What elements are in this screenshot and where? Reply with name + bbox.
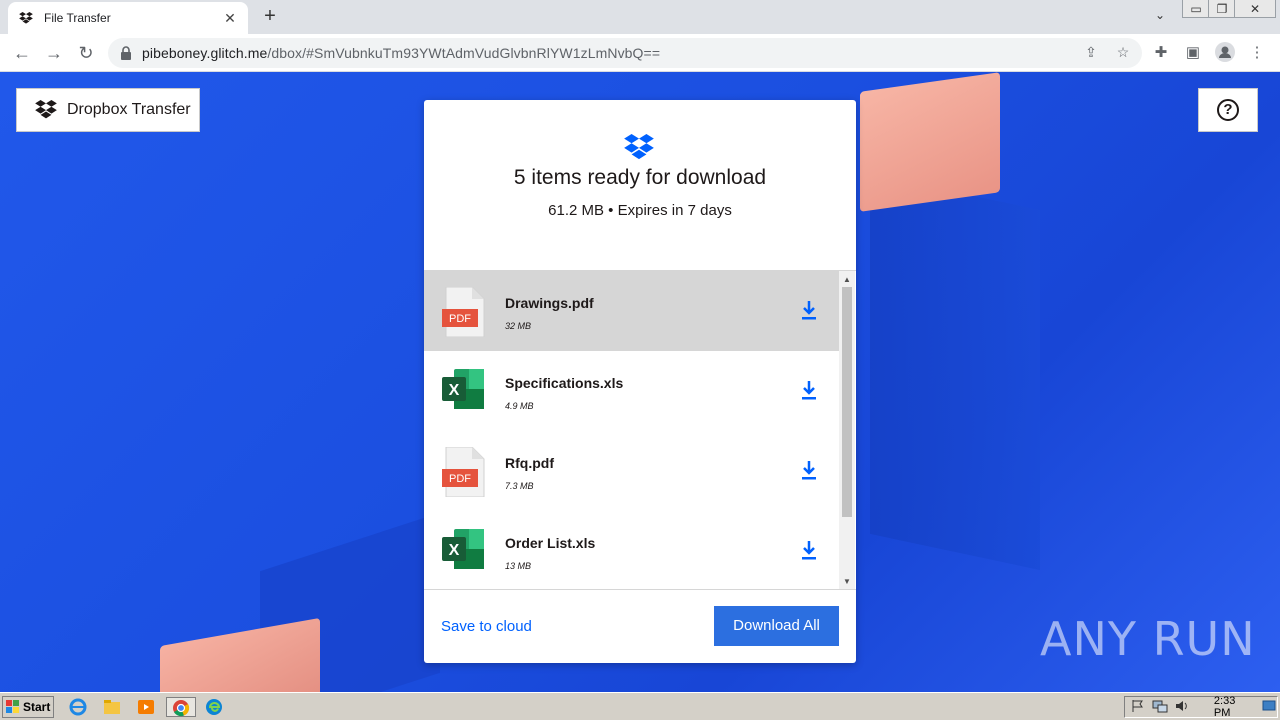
anyrun-watermark: ANY RUN — [1040, 612, 1256, 666]
file-row[interactable]: PDF Drawings.pdf 32 MB — [424, 271, 839, 351]
file-name: Rfq.pdf — [505, 455, 554, 471]
tab-strip: File Transfer ✕ + ⌄ ▭ ❐ ✕ — [0, 0, 1280, 34]
scrollbar-thumb[interactable] — [842, 287, 852, 517]
save-to-cloud-link[interactable]: Save to cloud — [441, 618, 532, 635]
browser-toolbar: ← → ↻ pibeboney.glitch.me/dbox/#SmVubnku… — [0, 34, 1280, 72]
share-icon[interactable]: ⇪ — [1082, 44, 1100, 62]
download-icon[interactable] — [801, 381, 817, 401]
background-pink-cube-2 — [160, 617, 320, 692]
background-pink-cube — [860, 72, 1000, 212]
scroll-down-arrow-icon[interactable]: ▼ — [839, 575, 855, 589]
page-content: Dropbox Transfer ? 5 items ready for dow… — [0, 72, 1280, 692]
file-row[interactable]: PDF Rfq.pdf 7.3 MB — [424, 431, 839, 511]
taskbar: Start 2:33 PM — [0, 692, 1280, 720]
back-arrow-icon[interactable]: ← — [10, 41, 34, 65]
pdf-label: PDF — [449, 313, 471, 325]
windows-flag-icon — [6, 700, 20, 714]
help-button[interactable]: ? — [1198, 88, 1258, 132]
media-player-icon[interactable] — [136, 697, 158, 717]
file-name: Order List.xls — [505, 535, 596, 551]
tab-close-icon[interactable]: ✕ — [222, 10, 238, 27]
show-desktop-icon[interactable] — [1262, 699, 1277, 715]
browser-tab[interactable]: File Transfer ✕ — [8, 2, 248, 34]
svg-text:X: X — [449, 382, 460, 399]
restore-button[interactable]: ❐ — [1208, 0, 1236, 18]
tab-title: File Transfer — [44, 11, 111, 25]
file-list-scrollbar[interactable]: ▲ ▼ — [839, 271, 855, 589]
dropbox-logo-icon — [624, 134, 656, 162]
download-icon[interactable] — [801, 461, 817, 481]
brand-label: Dropbox Transfer — [67, 101, 191, 118]
internet-explorer-icon[interactable] — [68, 697, 90, 717]
background-column-shape — [870, 173, 1040, 571]
volume-icon[interactable] — [1174, 699, 1190, 715]
file-explorer-icon[interactable] — [102, 697, 124, 717]
pdf-file-icon: PDF — [442, 446, 486, 498]
file-size: 32 MB — [505, 321, 532, 331]
file-size: 13 MB — [505, 561, 532, 571]
download-card: 5 items ready for download 61.2 MB • Exp… — [424, 100, 856, 663]
file-name: Specifications.xls — [505, 375, 624, 391]
url-path: /dbox/#SmVubnkuTm93YWtAdmVudGlvbnRlYW1zL… — [267, 45, 661, 61]
pdf-file-icon: PDF — [442, 286, 486, 338]
dropbox-favicon-icon — [18, 10, 34, 26]
dropbox-transfer-button[interactable]: Dropbox Transfer — [16, 88, 200, 132]
new-tab-button[interactable]: + — [258, 5, 282, 29]
reload-icon[interactable]: ↻ — [74, 41, 98, 65]
side-panel-icon[interactable]: ▣ — [1182, 42, 1204, 64]
help-question-icon: ? — [1217, 99, 1239, 121]
excel-file-icon: X — [442, 527, 486, 577]
start-button[interactable]: Start — [2, 696, 54, 718]
excel-file-icon: X — [442, 367, 486, 417]
edge-icon[interactable] — [204, 697, 226, 717]
file-row[interactable]: X Specifications.xls 4.9 MB — [424, 351, 839, 431]
url-host: pibeboney.glitch.me — [142, 45, 268, 61]
download-icon[interactable] — [801, 541, 817, 561]
scroll-up-arrow-icon[interactable]: ▲ — [839, 273, 855, 287]
minimize-button[interactable]: ▭ — [1182, 0, 1210, 18]
file-size: 4.9 MB — [505, 401, 534, 411]
bookmark-star-icon[interactable]: ☆ — [1114, 44, 1132, 62]
dropbox-logo-icon — [35, 100, 57, 120]
browser-menu-icon[interactable]: ⋮ — [1246, 42, 1268, 64]
card-subtitle: 61.2 MB • Expires in 7 days — [548, 202, 732, 219]
file-row[interactable]: X Order List.xls 13 MB — [424, 511, 839, 589]
taskbar-clock: 2:33 PM — [1213, 695, 1236, 719]
download-icon[interactable] — [801, 301, 817, 321]
card-title: 5 items ready for download — [513, 166, 767, 189]
tab-search-chevron-icon[interactable]: ⌄ — [1150, 8, 1170, 26]
action-center-flag-icon[interactable] — [1131, 699, 1146, 715]
file-name: Drawings.pdf — [505, 295, 594, 311]
svg-text:X: X — [449, 542, 460, 559]
file-list: PDF Drawings.pdf 32 MB X Specifications.… — [424, 270, 856, 590]
pdf-label: PDF — [449, 473, 471, 485]
file-size: 7.3 MB — [505, 481, 534, 491]
forward-arrow-icon[interactable]: → — [42, 41, 66, 65]
extensions-puzzle-icon[interactable]: ✚ — [1150, 42, 1172, 64]
chrome-taskbar-icon[interactable] — [166, 697, 196, 717]
network-icon[interactable] — [1152, 699, 1168, 715]
start-label: Start — [23, 700, 51, 714]
address-bar[interactable]: pibeboney.glitch.me/dbox/#SmVubnkuTm93YW… — [108, 38, 1142, 68]
system-tray: 2:33 PM — [1124, 695, 1278, 719]
url-text: pibeboney.glitch.me/dbox/#SmVubnkuTm93YW… — [142, 45, 660, 61]
close-window-button[interactable]: ✕ — [1234, 0, 1276, 18]
profile-avatar-icon[interactable] — [1214, 42, 1236, 64]
download-all-button[interactable]: Download All — [714, 606, 839, 646]
lock-icon[interactable] — [120, 46, 134, 60]
